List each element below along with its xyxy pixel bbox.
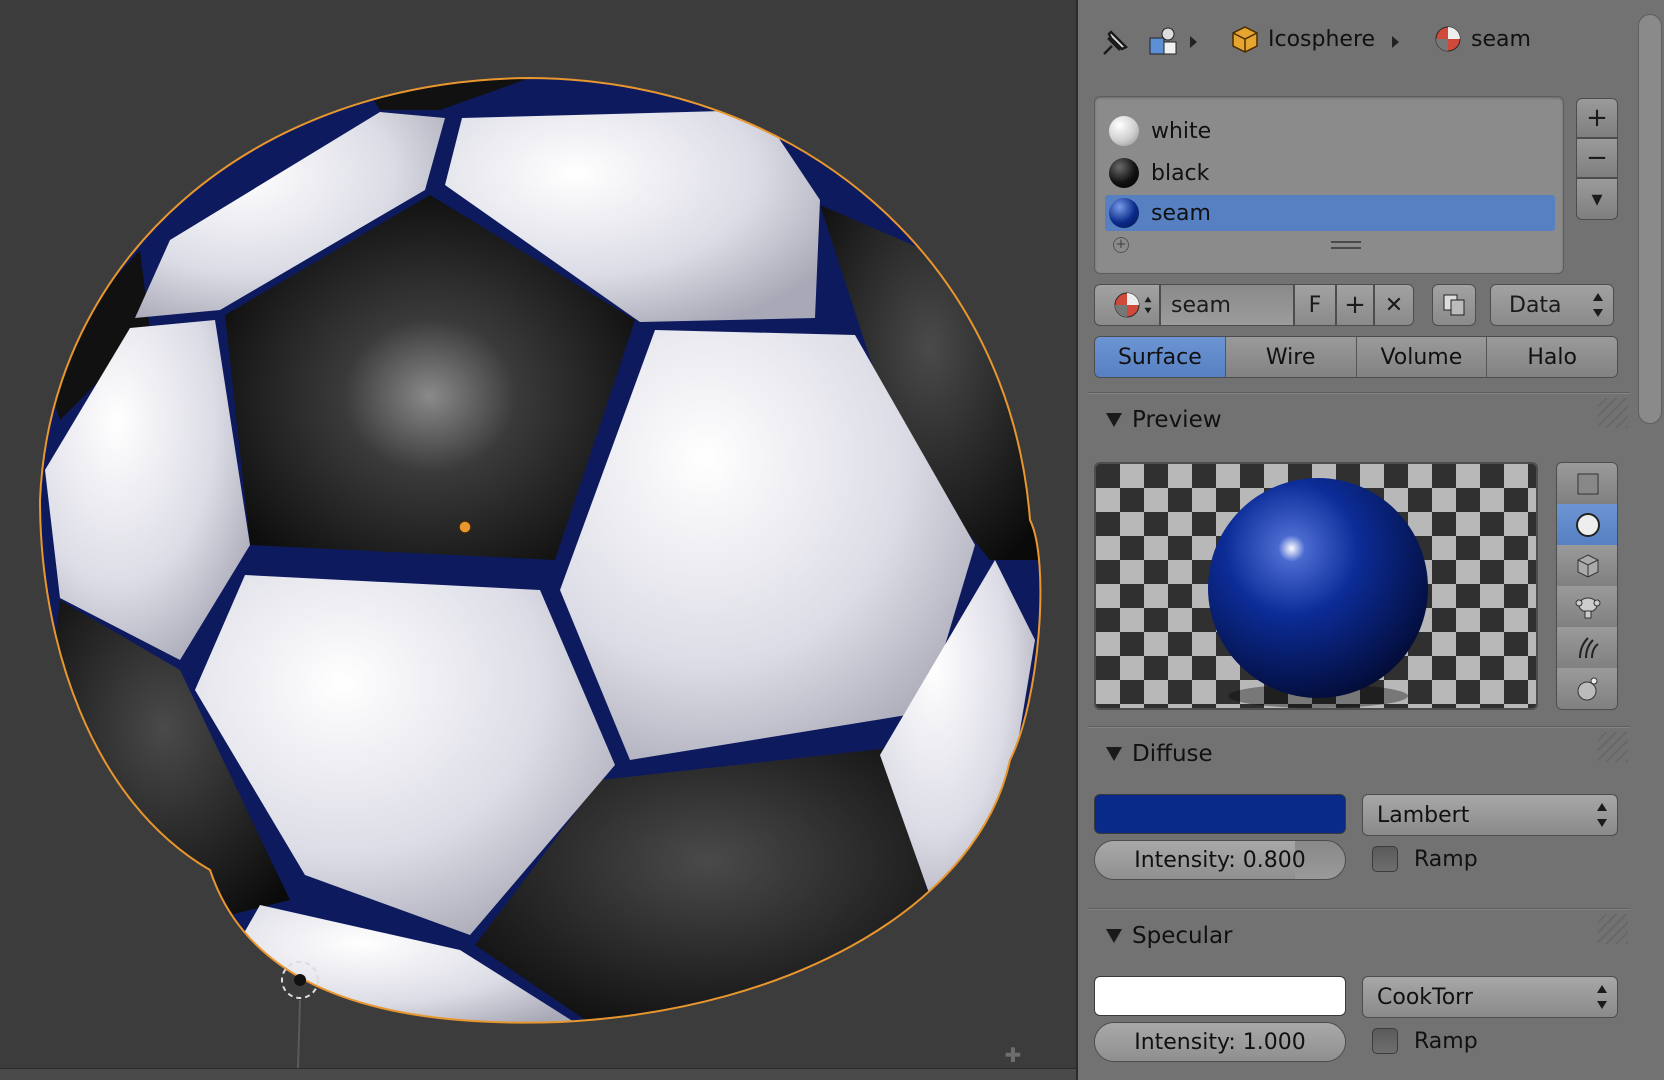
divider <box>1088 392 1630 394</box>
tab-wire[interactable]: Wire <box>1225 337 1357 377</box>
specular-ramp-checkbox[interactable]: Ramp <box>1372 1028 1478 1054</box>
properties-breadcrumb: Icosphere seam <box>1078 0 1664 92</box>
slider-label: Intensity: 0.800 <box>1134 847 1306 873</box>
material-slot-black[interactable]: black <box>1105 155 1555 191</box>
material-name-field[interactable]: seam <box>1160 284 1294 326</box>
unlink-material-button[interactable]: ✕ <box>1374 284 1414 326</box>
fake-user-button[interactable]: F <box>1294 284 1336 326</box>
material-slot-white[interactable]: white <box>1105 113 1555 149</box>
preview-cube-button[interactable] <box>1557 545 1617 587</box>
3d-viewport[interactable]: ✚ <box>0 0 1076 1080</box>
specular-color-swatch[interactable] <box>1094 976 1346 1016</box>
material-slot-seam[interactable]: seam <box>1105 195 1555 231</box>
specular-intensity-slider[interactable]: Intensity: 1.000 <box>1094 1022 1346 1062</box>
diffuse-color-swatch[interactable] <box>1094 794 1346 834</box>
material-icon <box>1435 26 1461 52</box>
scene-objects-icon <box>1146 24 1180 60</box>
copy-material-button[interactable] <box>1432 284 1476 326</box>
sphere-icon <box>1576 512 1600 537</box>
monkey-icon <box>1575 597 1601 618</box>
flat-plane-icon <box>1577 473 1599 494</box>
panel-scrollbar[interactable] <box>1638 14 1662 424</box>
slot-menu-button[interactable]: ▾ <box>1576 178 1618 220</box>
preview-section-header[interactable]: Preview <box>1094 402 1624 438</box>
soccer-ball-render <box>38 76 1042 1069</box>
tab-halo[interactable]: Halo <box>1487 337 1617 377</box>
material-preview <box>1094 462 1538 710</box>
diffuse-ramp-checkbox[interactable]: Ramp <box>1372 846 1478 872</box>
list-filter-icon[interactable]: + <box>1113 237 1129 253</box>
breadcrumb-object[interactable]: Icosphere <box>1230 24 1375 54</box>
collapse-triangle-icon <box>1106 413 1122 427</box>
slider-label: Intensity: 1.000 <box>1134 1029 1306 1055</box>
list-resize-grip-icon[interactable] <box>1331 241 1361 249</box>
material-slot-list[interactable]: white black seam + <box>1094 96 1564 274</box>
sky-sphere-icon <box>1577 677 1598 701</box>
material-ball-icon <box>1109 158 1139 188</box>
cube-icon <box>1577 553 1599 578</box>
copy-icon <box>1443 294 1465 316</box>
preview-type-buttons <box>1556 462 1618 710</box>
preview-sphere <box>1208 478 1428 698</box>
collapse-triangle-icon <box>1106 929 1122 943</box>
divider <box>1088 908 1630 910</box>
panel-drag-grip-icon[interactable] <box>1598 732 1628 762</box>
object-origin-icon <box>458 520 472 534</box>
material-slot-label: black <box>1151 160 1210 186</box>
browse-material-button[interactable] <box>1094 284 1160 326</box>
material-datablock-row: seam F + ✕ Data <box>1094 284 1614 326</box>
viewport-split-corner-icon[interactable]: ✚ <box>1000 1044 1026 1066</box>
new-material-button[interactable]: + <box>1336 284 1374 326</box>
preview-monkey-button[interactable] <box>1557 586 1617 628</box>
updown-arrows-icon <box>1144 296 1152 314</box>
pin-icon[interactable] <box>1098 26 1132 60</box>
preview-sphere-button[interactable] <box>1557 504 1617 546</box>
material-ball-icon <box>1109 198 1139 228</box>
breadcrumb-object-label: Icosphere <box>1268 26 1376 52</box>
material-slot-label: white <box>1151 118 1212 144</box>
properties-panel: Icosphere seam white black seam + + − ▾ <box>1076 0 1664 1080</box>
mesh-object-icon <box>1232 26 1258 53</box>
collapse-triangle-icon <box>1106 747 1122 761</box>
material-slot-label: seam <box>1151 200 1211 226</box>
breadcrumb-arrow-icon <box>1392 36 1399 48</box>
add-slot-button[interactable]: + <box>1576 98 1618 138</box>
diffuse-intensity-slider[interactable]: Intensity: 0.800 <box>1094 840 1346 880</box>
breadcrumb-material-label: seam <box>1471 26 1531 52</box>
panel-drag-grip-icon[interactable] <box>1598 398 1628 428</box>
specular-section-header[interactable]: Specular <box>1094 918 1624 954</box>
breadcrumb-material[interactable]: seam <box>1433 24 1531 54</box>
panel-drag-grip-icon[interactable] <box>1598 914 1628 944</box>
updown-arrows-icon <box>1593 293 1603 317</box>
updown-arrows-icon <box>1597 803 1607 827</box>
material-icon <box>1114 292 1140 318</box>
viewport-footer <box>0 1068 1076 1080</box>
link-dropdown[interactable]: Data <box>1490 284 1614 326</box>
preview-flat-plane-button[interactable] <box>1557 463 1617 505</box>
divider <box>1088 726 1630 728</box>
preview-sky-sphere-button[interactable] <box>1557 668 1617 709</box>
tab-surface[interactable]: Surface <box>1095 337 1226 377</box>
diffuse-section-header[interactable]: Diffuse <box>1094 736 1624 772</box>
checkbox-box <box>1372 1028 1398 1054</box>
material-type-tabs: Surface Wire Volume Halo <box>1094 336 1618 378</box>
breadcrumb-arrow-icon <box>1190 36 1197 48</box>
diffuse-shader-dropdown[interactable]: Lambert <box>1362 794 1618 836</box>
checkbox-box <box>1372 846 1398 872</box>
remove-slot-button[interactable]: − <box>1576 138 1618 178</box>
updown-arrows-icon <box>1597 985 1607 1009</box>
preview-hair-button[interactable] <box>1557 627 1617 669</box>
specular-shader-dropdown[interactable]: CookTorr <box>1362 976 1618 1018</box>
material-ball-icon <box>1109 116 1139 146</box>
tab-volume[interactable]: Volume <box>1356 337 1488 377</box>
hair-icon <box>1579 636 1599 658</box>
preview-sphere-render <box>1096 464 1536 708</box>
